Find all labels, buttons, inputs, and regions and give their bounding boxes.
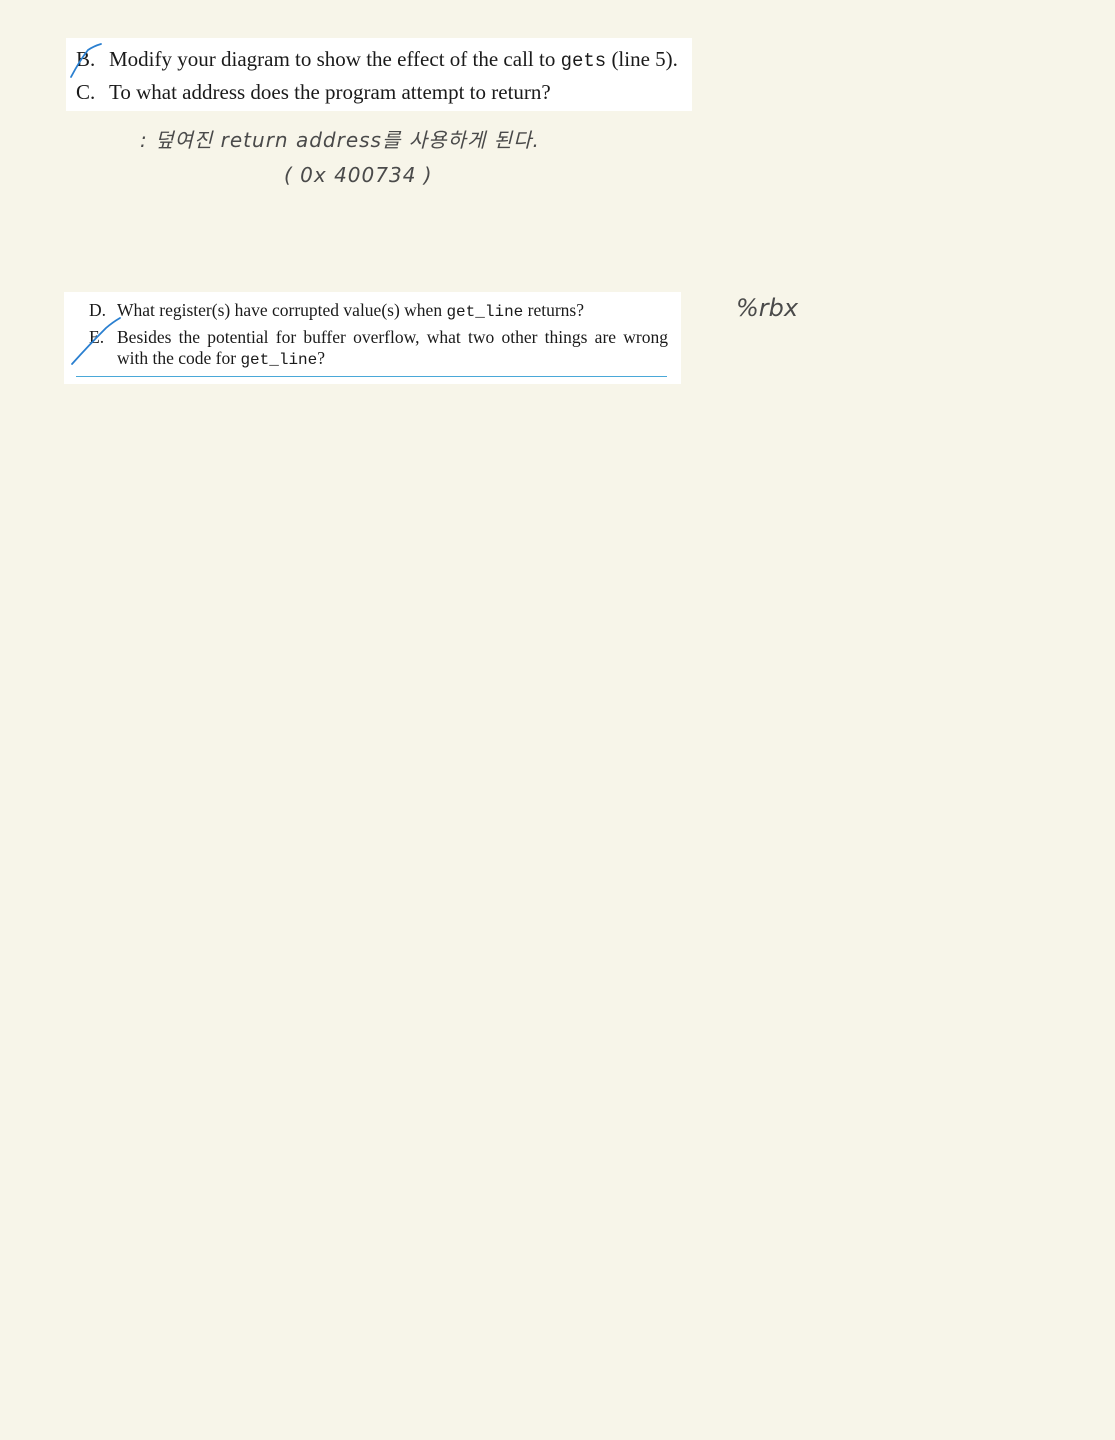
handwritten-answer-c-line2: ( 0x 400734 ) bbox=[284, 163, 433, 187]
question-card-bottom: D. What register(s) have corrupted value… bbox=[64, 292, 681, 384]
question-e-text-after: ? bbox=[317, 348, 326, 368]
question-d-text-after: returns? bbox=[523, 300, 585, 320]
question-e-letter: E. bbox=[89, 327, 105, 347]
question-d-text-before: What register(s) have corrupted value(s)… bbox=[117, 300, 447, 320]
question-e-text-before: Besides the potential for buffer overflo… bbox=[117, 327, 668, 368]
handwritten-answer-c-line1: : 덮여진 return address를 사용하게 된다. bbox=[140, 128, 540, 152]
question-d-text: What register(s) have corrupted value(s)… bbox=[117, 300, 584, 321]
question-b-letter: B. bbox=[76, 47, 96, 71]
question-b-code: gets bbox=[560, 50, 607, 72]
question-b-text-after: (line 5). bbox=[606, 47, 678, 71]
question-c-letter: C. bbox=[76, 80, 96, 104]
question-d-letter: D. bbox=[89, 300, 107, 320]
question-e-text: Besides the potential for buffer overflo… bbox=[117, 327, 668, 371]
question-b-text: Modify your diagram to show the effect o… bbox=[109, 47, 678, 72]
question-b-text-before: Modify your diagram to show the effect o… bbox=[109, 47, 561, 71]
handwritten-answer-d: %rbx bbox=[736, 294, 799, 322]
question-card-top: B. Modify your diagram to show the effec… bbox=[66, 38, 692, 111]
check-marks bbox=[70, 43, 121, 365]
question-e-code: get_line bbox=[240, 351, 318, 369]
question-d-code: get_line bbox=[446, 303, 524, 321]
divider-rule bbox=[76, 376, 667, 377]
question-c-text: To what address does the program attempt… bbox=[109, 80, 551, 104]
